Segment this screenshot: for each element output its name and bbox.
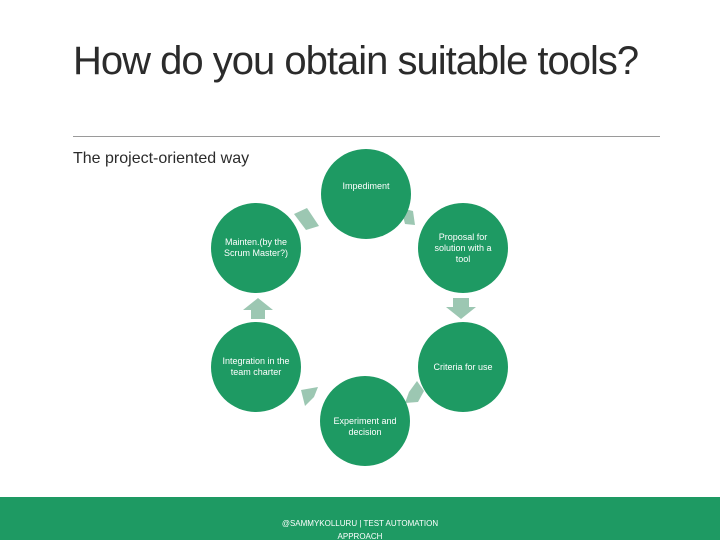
node-label-proposal: Proposal for solution with a tool (434, 231, 492, 264)
footer-text: @SAMMYKOLLURU | TEST AUTOMATION APPROACH (281, 519, 439, 541)
cycle-arrow (405, 381, 424, 403)
node-label-maintenance: Mainten.(by the Scrum Master?) (223, 237, 288, 258)
cycle-arrow (446, 298, 476, 319)
cycle-arrow (301, 387, 318, 406)
node-label-criteria: Criteria for use (433, 361, 493, 372)
node-label-experiment: Experiment and decision (333, 416, 397, 437)
cycle-arrow (294, 208, 319, 230)
node-label-integration: Integration in the team charter (222, 356, 290, 377)
cycle-arrow (243, 298, 273, 319)
node-label-impediment: Impediment (342, 180, 390, 191)
